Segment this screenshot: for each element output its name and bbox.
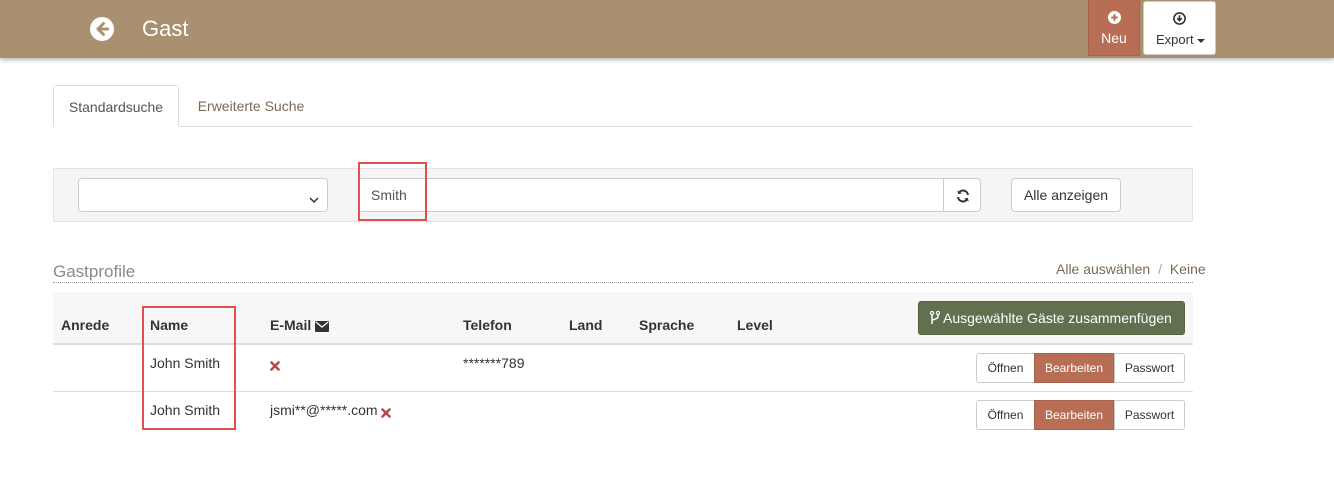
- cell-name: John Smith: [150, 355, 221, 371]
- selection-links: Alle auswählen / Keine: [1056, 261, 1206, 277]
- top-bar: Gast Neu Export: [0, 0, 1334, 58]
- open-button[interactable]: Öffnen: [976, 400, 1035, 430]
- cell-email: jsmi**@*****.com: [270, 402, 378, 418]
- invalid-email-icon: [381, 405, 391, 418]
- cell-telefon: *******789: [463, 355, 525, 371]
- search-field-select[interactable]: [78, 178, 328, 212]
- column-header-level[interactable]: Level: [737, 317, 773, 333]
- section-title: Gastprofile: [53, 262, 136, 281]
- new-button-label: Neu: [1101, 30, 1127, 46]
- tab-advanced-search[interactable]: Erweiterte Suche: [181, 85, 321, 127]
- export-button-label: Export: [1156, 32, 1194, 47]
- column-header-name[interactable]: Name: [150, 317, 188, 333]
- plus-circle-icon: [1108, 11, 1121, 24]
- link-separator: /: [1158, 261, 1162, 277]
- open-button[interactable]: Öffnen: [976, 353, 1035, 383]
- download-circle-icon: [1173, 12, 1186, 25]
- table-header-divider: [53, 343, 1193, 345]
- edit-button[interactable]: Bearbeiten: [1034, 353, 1114, 383]
- caret-down-icon: [1197, 39, 1205, 43]
- new-button[interactable]: Neu: [1088, 0, 1140, 56]
- search-input[interactable]: [358, 178, 944, 212]
- merge-guests-button[interactable]: Ausgewählte Gäste zusammenfügen: [918, 301, 1185, 335]
- back-icon[interactable]: [89, 16, 115, 42]
- page-title: Gast: [142, 16, 189, 41]
- select-all-link[interactable]: Alle auswählen: [1056, 261, 1150, 277]
- edit-button[interactable]: Bearbeiten: [1034, 400, 1114, 430]
- refresh-icon: [957, 189, 969, 203]
- envelope-icon: [315, 319, 329, 332]
- row-divider: [53, 391, 1193, 392]
- section-divider: [53, 282, 1193, 283]
- code-fork-icon: [929, 310, 941, 324]
- chevron-down-icon: [309, 191, 319, 204]
- column-header-anrede[interactable]: Anrede: [61, 317, 109, 333]
- column-header-telefon[interactable]: Telefon: [463, 317, 512, 333]
- refresh-button[interactable]: [943, 178, 981, 212]
- column-header-email[interactable]: E-Mail: [270, 317, 311, 333]
- invalid-email-icon: [270, 358, 280, 371]
- column-header-sprache[interactable]: Sprache: [639, 317, 694, 333]
- show-all-button[interactable]: Alle anzeigen: [1011, 178, 1121, 212]
- merge-button-label: Ausgewählte Gäste zusammenfügen: [943, 310, 1172, 326]
- select-none-link[interactable]: Keine: [1170, 261, 1206, 277]
- tab-standard-search[interactable]: Standardsuche: [53, 85, 179, 127]
- column-header-land[interactable]: Land: [569, 317, 602, 333]
- cell-name: John Smith: [150, 402, 221, 418]
- password-button[interactable]: Passwort: [1114, 400, 1185, 430]
- password-button[interactable]: Passwort: [1114, 353, 1185, 383]
- export-dropdown-button[interactable]: Export: [1143, 1, 1216, 55]
